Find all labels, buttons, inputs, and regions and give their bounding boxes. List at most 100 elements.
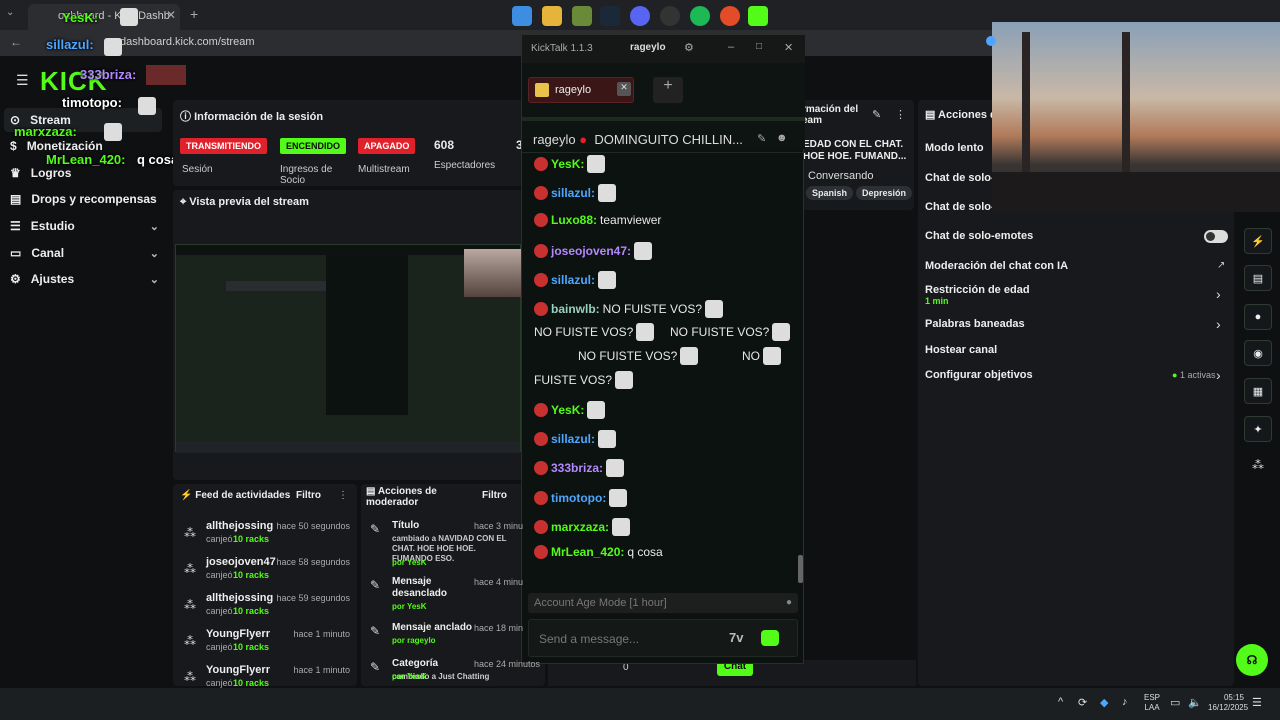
chat-username[interactable]: bainwlb: bbox=[551, 302, 600, 316]
emote-only-toggle[interactable] bbox=[1204, 230, 1228, 243]
nav-estudio[interactable]: ☰ Estudio ⌄ bbox=[10, 215, 165, 237]
chevron-right-icon[interactable]: › bbox=[1216, 286, 1221, 302]
profile-icon[interactable] bbox=[986, 36, 996, 46]
nodes-icon[interactable]: ⁂ bbox=[1252, 458, 1264, 472]
chat-message[interactable]: Luxo88: teamviewer bbox=[534, 213, 661, 227]
chat-message[interactable]: MrLean_420: q cosa bbox=[534, 545, 663, 559]
chat-username[interactable]: sillazul: bbox=[551, 432, 595, 446]
age-restriction-setting[interactable]: Restricción de edad bbox=[925, 284, 1030, 296]
subs-only-setting[interactable]: Chat de solo-s bbox=[925, 172, 1001, 184]
close-tab-icon[interactable]: ✕ bbox=[166, 8, 176, 22]
more-icon[interactable]: ⋮ bbox=[895, 108, 906, 121]
back-icon[interactable]: ← bbox=[10, 35, 22, 49]
chat-username[interactable]: 333briza: bbox=[551, 461, 603, 475]
app-icon[interactable] bbox=[572, 6, 592, 26]
tag-chip[interactable]: Spanish bbox=[806, 186, 854, 200]
external-link-icon[interactable]: ↗ bbox=[1217, 260, 1225, 271]
channel-tab[interactable]: rageylo ✕ bbox=[528, 77, 634, 103]
chat-message[interactable]: sillazul: bbox=[534, 184, 617, 202]
chat-username[interactable]: joseojoven47: bbox=[551, 244, 631, 258]
discord-icon[interactable] bbox=[630, 6, 650, 26]
feed-filter-button[interactable]: Filtro bbox=[296, 490, 321, 501]
minimize-icon[interactable]: – bbox=[728, 41, 734, 53]
feed-item[interactable]: ⁂ allthejossing hace 59 segundos canjeó 10 r… bbox=[180, 592, 352, 624]
chevron-right-icon[interactable]: › bbox=[1216, 316, 1221, 332]
network-icon[interactable]: ▭ bbox=[1170, 696, 1180, 709]
feed-item[interactable]: ⁂ YoungFlyerr hace 1 minuto canjeó 10 racks bbox=[180, 628, 352, 660]
spotify-icon[interactable] bbox=[690, 6, 710, 26]
tray-chevron-icon[interactable]: ^ bbox=[1058, 696, 1063, 708]
notification-icon[interactable]: ☰ bbox=[1252, 696, 1262, 709]
microphone-icon[interactable]: ♪ bbox=[1122, 696, 1128, 708]
modactions-filter-button[interactable]: Filtro bbox=[482, 490, 507, 501]
chat-scrollbar[interactable] bbox=[798, 555, 803, 583]
obs-icon[interactable] bbox=[660, 6, 680, 26]
close-tab-icon[interactable]: ✕ bbox=[617, 82, 631, 96]
feed-item[interactable]: ⁂ allthejossing hace 50 segundos canjeó 10 r… bbox=[180, 520, 352, 552]
kicktalk-account[interactable]: rageylo bbox=[630, 42, 666, 53]
chat-message[interactable]: YesK: bbox=[534, 401, 606, 419]
banned-words-setting[interactable]: Palabras baneadas bbox=[925, 318, 1025, 330]
url-field[interactable]: dashboard.kick.com/stream bbox=[120, 36, 255, 48]
steam-icon[interactable] bbox=[600, 6, 620, 26]
ai-moderation-setting[interactable]: Moderación del chat con IA bbox=[925, 260, 1068, 272]
chat-username[interactable]: sillazul: bbox=[551, 186, 595, 200]
kick-emote-icon[interactable] bbox=[761, 630, 779, 646]
support-icon[interactable]: ☊ bbox=[1236, 644, 1268, 676]
feed-item[interactable]: ⁂ YoungFlyerr hace 1 minuto canjeó 10 racks bbox=[180, 664, 352, 696]
lightning-icon[interactable]: ⚡ bbox=[1244, 228, 1272, 254]
chat-message[interactable]: joseojoven47: bbox=[534, 242, 653, 260]
chat-message[interactable]: FUISTE VOS? bbox=[534, 371, 634, 389]
chat-username[interactable]: marxzaza: bbox=[551, 520, 609, 534]
edit-icon[interactable]: ✎ bbox=[872, 108, 881, 121]
chat-message[interactable]: sillazul: bbox=[534, 271, 617, 289]
chat-username[interactable]: YesK: bbox=[551, 403, 584, 417]
chat-message[interactable]: NO FUISTE VOS? bbox=[534, 323, 655, 341]
pin-icon[interactable]: ✎ bbox=[757, 132, 766, 145]
language-indicator[interactable]: ESP LAA bbox=[1144, 693, 1160, 713]
slow-mode-setting[interactable]: Modo lento bbox=[925, 142, 984, 154]
goals-setting[interactable]: Configurar objetivos bbox=[925, 369, 1033, 381]
chevron-right-icon[interactable]: › bbox=[1216, 367, 1221, 383]
volume-icon[interactable]: 🔈 bbox=[1188, 696, 1202, 709]
maximize-icon[interactable]: □ bbox=[756, 41, 762, 52]
tag-chip[interactable]: Depresión bbox=[856, 186, 913, 200]
host-channel-setting[interactable]: Hostear canal bbox=[925, 344, 997, 356]
message-input[interactable]: Send a message... bbox=[539, 632, 639, 646]
chat-message[interactable]: timotopo: bbox=[534, 489, 628, 507]
windows-start-icon[interactable] bbox=[512, 6, 532, 26]
browser-tab[interactable]: oahboard - Kick Dashb bbox=[28, 4, 180, 30]
chat-username[interactable]: YesK: bbox=[551, 157, 584, 171]
chat-message[interactable]: NO bbox=[742, 347, 781, 365]
chat-message[interactable]: marxzaza: bbox=[534, 518, 631, 536]
layout-icon[interactable]: ▦ bbox=[1244, 378, 1272, 404]
tray-sync-icon[interactable]: ⟳ bbox=[1078, 696, 1087, 709]
gear-icon[interactable]: ⚙ bbox=[684, 41, 694, 54]
tab-list-icon[interactable]: ⌄ bbox=[6, 7, 14, 18]
document-icon[interactable]: ▤ bbox=[1244, 265, 1272, 291]
close-icon[interactable]: ✕ bbox=[784, 41, 793, 54]
wrench-icon[interactable]: ✦ bbox=[1244, 416, 1272, 442]
7tv-emote-icon[interactable]: 7v bbox=[729, 630, 743, 645]
stream-preview-video[interactable] bbox=[175, 244, 522, 453]
chat-username[interactable]: MrLean_420: bbox=[551, 545, 624, 559]
menu-icon[interactable]: ☰ bbox=[16, 72, 29, 89]
subs-only-setting-2[interactable]: Chat de solo-s bbox=[925, 201, 1001, 213]
chat-message[interactable]: sillazul: bbox=[534, 430, 617, 448]
feed-item[interactable]: ⁂ joseojoven47 hace 58 segundos canjeó 10 ra… bbox=[180, 556, 352, 588]
clock[interactable]: 05:15 16/12/2025 bbox=[1208, 693, 1248, 713]
chat-username[interactable]: timotopo: bbox=[551, 491, 606, 505]
chat-message[interactable]: YesK: bbox=[534, 155, 606, 173]
nav-ajustes[interactable]: ⚙ Ajustes ⌄ bbox=[10, 268, 165, 290]
kicktalk-icon[interactable] bbox=[748, 6, 768, 26]
chat-message[interactable]: NO FUISTE VOS? bbox=[670, 323, 791, 341]
message-input-box[interactable]: Send a message... 7v bbox=[528, 619, 798, 657]
chat-icon[interactable]: ● bbox=[1244, 304, 1272, 330]
nav-canal[interactable]: ▭ Canal ⌄ bbox=[10, 242, 165, 264]
chrome-icon[interactable] bbox=[720, 6, 740, 26]
chat-message[interactable]: 333briza: bbox=[534, 459, 625, 477]
users-icon[interactable]: ☻ bbox=[776, 132, 788, 144]
tray-shield-icon[interactable]: ◆ bbox=[1100, 696, 1108, 709]
chat-message[interactable]: bainwlb: NO FUISTE VOS? bbox=[534, 300, 724, 318]
nav-drops[interactable]: ▤ Drops y recompensas bbox=[10, 188, 165, 210]
